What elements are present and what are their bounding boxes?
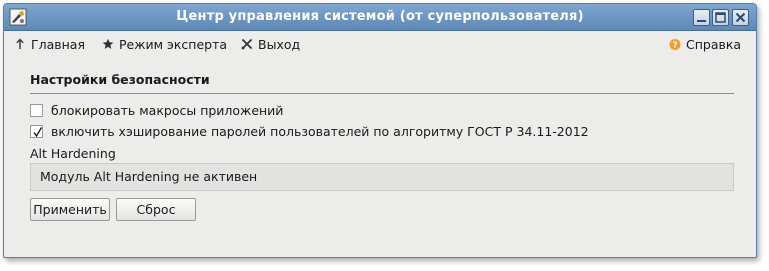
option-block-macros[interactable]: блокировать макросы приложений [30,103,283,118]
expert-mode-label: Режим эксперта [119,36,228,52]
help-button[interactable]: ? Справка [669,35,741,53]
block-macros-label: блокировать макросы приложений [51,103,284,118]
apply-button[interactable]: Применить [30,198,110,221]
exit-button[interactable]: Выход [241,35,300,53]
gost-hashing-checkbox[interactable] [30,125,43,138]
home-label: Главная [31,36,85,52]
close-button[interactable] [732,9,749,26]
checkmark-icon [33,127,43,138]
reset-button[interactable]: Сброс [116,198,196,221]
help-icon: ? [669,38,681,51]
minimize-button[interactable] [693,9,710,26]
title-bar[interactable]: Центр управления системой (от суперпольз… [4,4,756,31]
arrow-up-icon [14,38,26,50]
maximize-button[interactable] [712,9,729,26]
cross-icon [241,38,253,50]
svg-text:?: ? [673,40,678,50]
gost-hashing-label: включить хэширование паролей пользовател… [51,124,589,139]
maximize-icon [715,12,726,23]
window-title: Центр управления системой (от суперпольз… [176,9,584,24]
minimize-icon [697,20,706,22]
main-window: Центр управления системой (от суперпольз… [3,3,757,258]
help-label: Справка [686,36,742,52]
star-icon [102,38,114,50]
hardening-label: Alt Hardening [30,146,116,161]
hardening-status: Модуль Alt Hardening не активен [30,163,734,191]
toolbar: Главная Режим эксперта Выход ? Справка [4,31,756,55]
close-icon [735,12,746,23]
option-gost-hashing[interactable]: включить хэширование паролей пользовател… [30,124,589,139]
home-button[interactable]: Главная [14,35,85,53]
expert-mode-button[interactable]: Режим эксперта [102,35,227,53]
block-macros-checkbox[interactable] [30,104,43,117]
section-divider [30,93,734,94]
section-title: Настройки безопасности [30,72,210,87]
exit-label: Выход [258,36,301,52]
